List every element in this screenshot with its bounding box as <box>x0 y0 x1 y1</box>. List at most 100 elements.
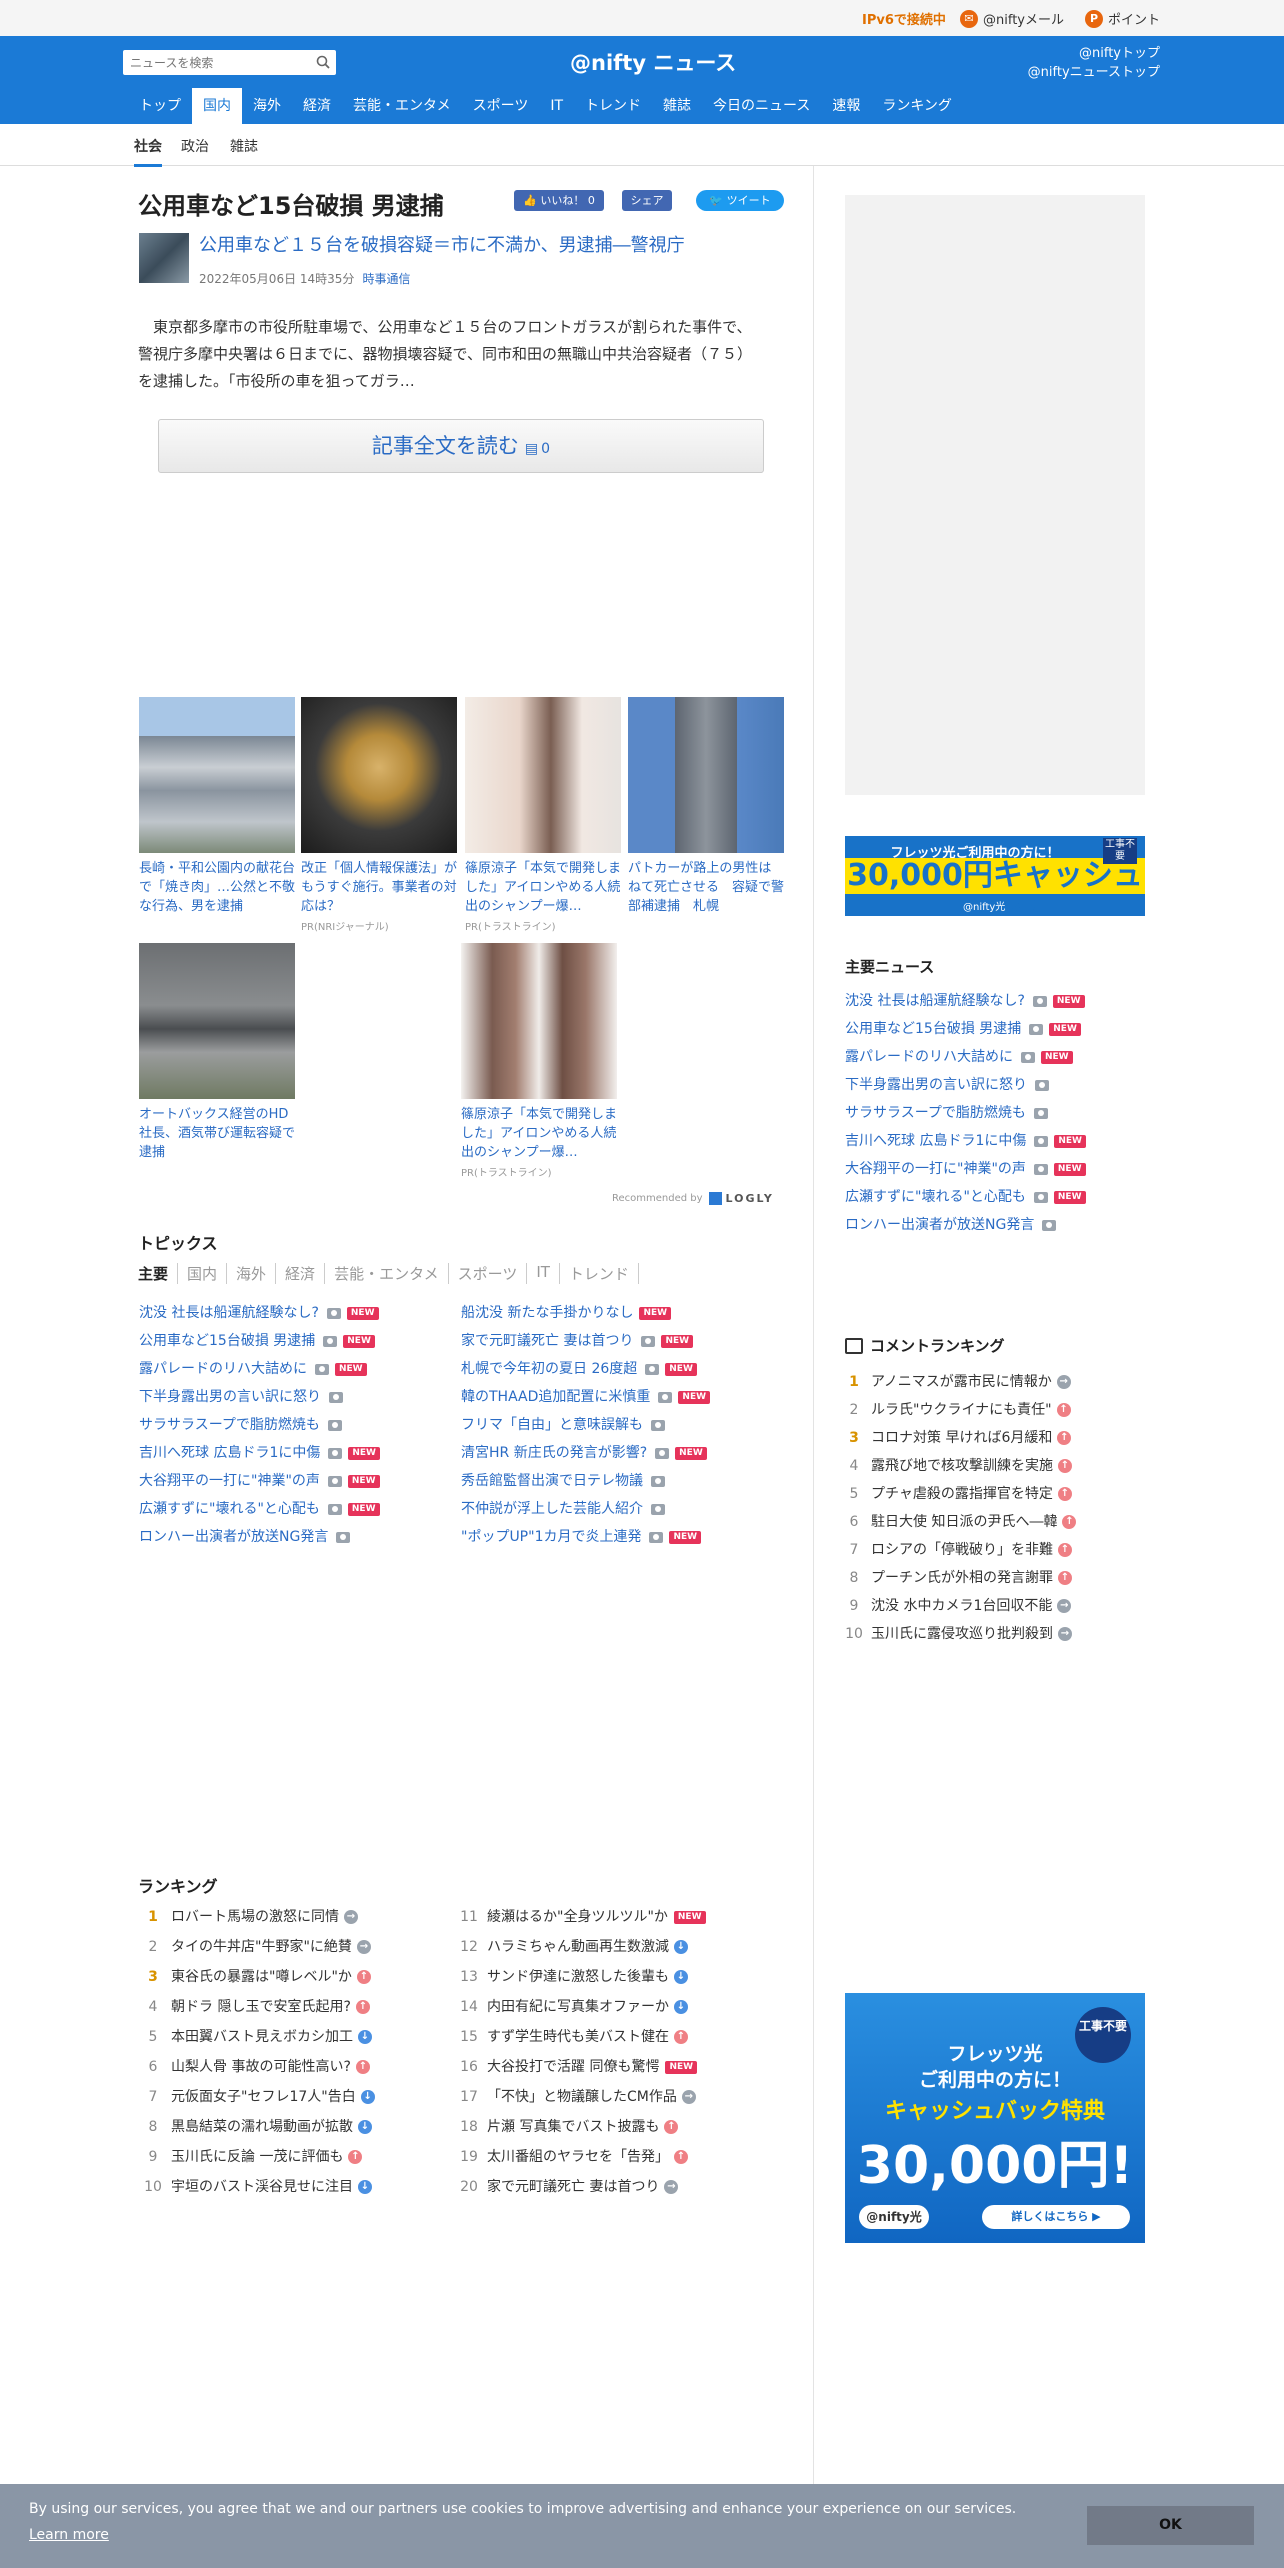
sidebar-cashback-ad[interactable]: 工事不要 フレッツ光 ご利用中の方に！ キャッシュバック特典 30,000円! @… <box>845 1993 1145 2243</box>
topics-tab[interactable]: スポーツ <box>449 1263 528 1284</box>
main-news-item[interactable]: 露パレードのリハ大詰めに NEW <box>845 1043 1086 1071</box>
recommend-card[interactable]: 改正「個人情報保護法」がもうすぐ施行。事業者の対応は？ PR(NRIジャーナル) <box>301 697 457 933</box>
ranking-item[interactable]: 15 すず学生時代も美バスト健在 ↑ <box>459 2022 706 2052</box>
topics-tab[interactable]: 経済 <box>276 1263 326 1284</box>
comment-ranking-item[interactable]: 8 プーチン氏が外相の発言謝罪 ↑ <box>845 1564 1076 1592</box>
topic-item[interactable]: "ポップUP"1カ月で炎上連発 NEW <box>461 1523 710 1551</box>
topic-item[interactable]: サラサラスープで脂肪燃焼も <box>139 1411 380 1439</box>
nav-tab[interactable]: 今日のニュース <box>702 88 821 124</box>
read-full-article-button[interactable]: 記事全文を読む ▤ 0 <box>158 419 764 473</box>
sidebar-banner-ad[interactable]: フレッツ光ご利用中の方に！ 30,000円キャッシュバック @nifty光 工事… <box>845 836 1145 916</box>
main-news-item[interactable]: 吉川へ死球 広島ドラ1に中傷 NEW <box>845 1127 1086 1155</box>
nav-tab[interactable]: 芸能・エンタメ <box>342 88 462 124</box>
ad-cta-button[interactable]: 詳しくはこちら ▶ <box>982 2205 1130 2229</box>
topics-tab[interactable]: トレンド <box>560 1263 639 1284</box>
nav-tab[interactable]: トレンド <box>574 88 652 124</box>
topic-item[interactable]: 秀岳館監督出演で日テレ物議 <box>461 1467 710 1495</box>
recommend-card[interactable]: 篠原涼子「本気で開発しました」アイロンやめる人続出のシャンプー爆… PR(トラス… <box>461 943 617 1179</box>
nav-tab[interactable]: 速報 <box>821 88 871 124</box>
topic-item[interactable]: ロンハー出演者が放送NG発言 <box>139 1523 380 1551</box>
main-news-item[interactable]: サラサラスープで脂肪燃焼も <box>845 1099 1086 1127</box>
main-news-item[interactable]: ロンハー出演者が放送NG発言 <box>845 1211 1086 1239</box>
search-input[interactable] <box>123 50 303 75</box>
ranking-item[interactable]: 5 本田翼バスト見えボカシ加工 ↓ <box>143 2022 375 2052</box>
cookie-ok-button[interactable]: OK <box>1087 2506 1254 2545</box>
ranking-item[interactable]: 9 玉川氏に反論 一茂に評価も ↑ <box>143 2142 375 2172</box>
subnav-politics[interactable]: 政治 <box>181 136 209 156</box>
search-icon[interactable] <box>316 55 330 69</box>
topic-item[interactable]: 清宮HR 新庄氏の発言が影響? NEW <box>461 1439 710 1467</box>
nav-tab[interactable]: ランキング <box>871 88 963 124</box>
topics-tab[interactable]: IT <box>527 1263 560 1284</box>
facebook-like-button[interactable]: 👍 いいね！ 0 <box>514 190 604 211</box>
topic-item[interactable]: 露パレードのリハ大詰めに NEW <box>139 1355 380 1383</box>
main-news-item[interactable]: 公用車など15台破損 男逮捕 NEW <box>845 1015 1086 1043</box>
recommend-card[interactable]: パトカーが路上の男性はねて死亡させる 容疑で警部補逮捕 札幌 <box>628 697 784 916</box>
ranking-item[interactable]: 6 山梨人骨 事故の可能性高い? ↑ <box>143 2052 375 2082</box>
comment-ranking-item[interactable]: 7 ロシアの「停戦破り」を非難 ↑ <box>845 1536 1076 1564</box>
topic-item[interactable]: 公用車など15台破損 男逮捕 NEW <box>139 1327 380 1355</box>
nav-tab[interactable]: 国内 <box>192 88 242 124</box>
nifty-news-top-link[interactable]: @niftyニューストップ <box>1028 65 1160 80</box>
nifty-mail-link[interactable]: ✉ @niftyメール <box>960 9 1064 28</box>
site-logo[interactable]: @nifty ニュース <box>570 47 736 77</box>
topics-tab[interactable]: 主要 <box>138 1263 179 1284</box>
article-source[interactable]: 時事通信 <box>362 272 410 286</box>
ranking-item[interactable]: 10 宇垣のバスト渓谷見せに注目 ↓ <box>143 2172 375 2202</box>
ranking-item[interactable]: 20 家で元町議死亡 妻は首つり → <box>459 2172 706 2202</box>
article-thumbnail[interactable] <box>139 233 189 283</box>
topic-item[interactable]: 家で元町議死亡 妻は首つり NEW <box>461 1327 710 1355</box>
nav-tab[interactable]: IT <box>539 88 574 124</box>
nav-tab[interactable]: スポーツ <box>462 88 540 124</box>
ranking-item[interactable]: 3 東谷氏の暴露は"噂レベル"か ↑ <box>143 1962 375 1992</box>
tweet-button[interactable]: 🐦 ツイート <box>696 190 784 211</box>
topic-item[interactable]: 船沈没 新たな手掛かりなし NEW <box>461 1299 710 1327</box>
nav-tab[interactable]: 海外 <box>242 88 292 124</box>
recommend-card[interactable]: 長崎・平和公園内の献花台で「焼き肉」…公然と不敬な行為、男を逮捕 <box>139 697 295 916</box>
nav-tab[interactable]: トップ <box>128 88 192 124</box>
comment-ranking-item[interactable]: 9 沈没 水中カメラ1台回収不能 → <box>845 1592 1076 1620</box>
sidebar-ad-placeholder[interactable] <box>845 195 1145 795</box>
comment-ranking-item[interactable]: 10 玉川氏に露侵攻巡り批判殺到 → <box>845 1620 1076 1648</box>
ranking-item[interactable]: 14 内田有紀に写真集オファーか ↓ <box>459 1992 706 2022</box>
ranking-item[interactable]: 8 黒島結菜の濡れ場動画が拡散 ↓ <box>143 2112 375 2142</box>
topic-item[interactable]: 韓のTHAAD追加配置に米慎重 NEW <box>461 1383 711 1411</box>
nifty-top-link[interactable]: @niftyトップ <box>1079 46 1160 61</box>
points-link[interactable]: P ポイント <box>1085 9 1160 28</box>
topic-item[interactable]: フリマ「自由」と意味誤解も <box>461 1411 710 1439</box>
nav-tab[interactable]: 経済 <box>292 88 342 124</box>
topics-tab[interactable]: 芸能・エンタメ <box>325 1263 449 1284</box>
main-news-item[interactable]: 大谷翔平の一打に"神業"の声 NEW <box>845 1155 1086 1183</box>
topic-item[interactable]: 下半身露出男の言い訳に怒り <box>139 1383 380 1411</box>
article-subtitle[interactable]: 公用車など１５台を破損容疑＝市に不満か、男逮捕―警視庁 <box>199 231 685 257</box>
ranking-item[interactable]: 17 「不快」と物議醸したCM作品 → <box>459 2082 706 2112</box>
comment-ranking-item[interactable]: 1 アノニマスが露市民に情報か → <box>845 1368 1076 1396</box>
nav-tab[interactable]: 雑誌 <box>652 88 702 124</box>
main-news-item[interactable]: 広瀬すずに"壊れる"と心配も NEW <box>845 1183 1086 1211</box>
topics-tab[interactable]: 国内 <box>178 1263 228 1284</box>
topic-item[interactable]: 大谷翔平の一打に"神業"の声 NEW <box>139 1467 380 1495</box>
topic-item[interactable]: 札幌で今年初の夏日 26度超 NEW <box>461 1355 710 1383</box>
subnav-magazine[interactable]: 雑誌 <box>230 136 258 156</box>
ranking-item[interactable]: 1 ロバート馬場の激怒に同情 → <box>143 1902 375 1932</box>
cookie-learn-more-link[interactable]: Learn more <box>29 2527 109 2543</box>
ranking-item[interactable]: 18 片瀬 写真集でバスト披露も ↑ <box>459 2112 706 2142</box>
comment-ranking-item[interactable]: 2 ルラ氏"ウクライナにも責任" ↑ <box>845 1396 1076 1424</box>
facebook-share-button[interactable]: シェア <box>622 190 672 211</box>
comment-ranking-item[interactable]: 4 露飛び地で核攻撃訓練を実施 ↑ <box>845 1452 1076 1480</box>
comment-ranking-item[interactable]: 3 コロナ対策 早ければ6月緩和 ↑ <box>845 1424 1076 1452</box>
ranking-item[interactable]: 2 タイの牛丼店"牛野家"に絶賛 → <box>143 1932 375 1962</box>
main-news-item[interactable]: 下半身露出男の言い訳に怒り <box>845 1071 1086 1099</box>
comment-ranking-item[interactable]: 6 駐日大使 知日派の尹氏へ―韓 ↑ <box>845 1508 1077 1536</box>
topic-item[interactable]: 不仲説が浮上した芸能人紹介 <box>461 1495 710 1523</box>
topic-item[interactable]: 沈没 社長は船運航経験なし? NEW <box>139 1299 380 1327</box>
ranking-item[interactable]: 16 大谷投打で活躍 同僚も驚愕 NEW <box>459 2052 706 2082</box>
ranking-item[interactable]: 11 綾瀬はるか"全身ツルツル"か NEW <box>459 1902 706 1932</box>
ranking-item[interactable]: 19 太川番組のヤラセを「告発」 ↑ <box>459 2142 706 2172</box>
ranking-item[interactable]: 7 元仮面女子"セフレ17人"告白 ↓ <box>143 2082 375 2112</box>
subnav-society[interactable]: 社会 <box>134 136 162 167</box>
recommend-card[interactable]: オートバックス経営のHD社長、酒気帯び運転容疑で逮捕 <box>139 943 295 1162</box>
topic-item[interactable]: 広瀬すずに"壊れる"と心配も NEW <box>139 1495 380 1523</box>
topic-item[interactable]: 吉川へ死球 広島ドラ1に中傷 NEW <box>139 1439 380 1467</box>
recommend-card[interactable]: 篠原涼子「本気で開発しました」アイロンやめる人続出のシャンプー爆… PR(トラス… <box>465 697 621 933</box>
